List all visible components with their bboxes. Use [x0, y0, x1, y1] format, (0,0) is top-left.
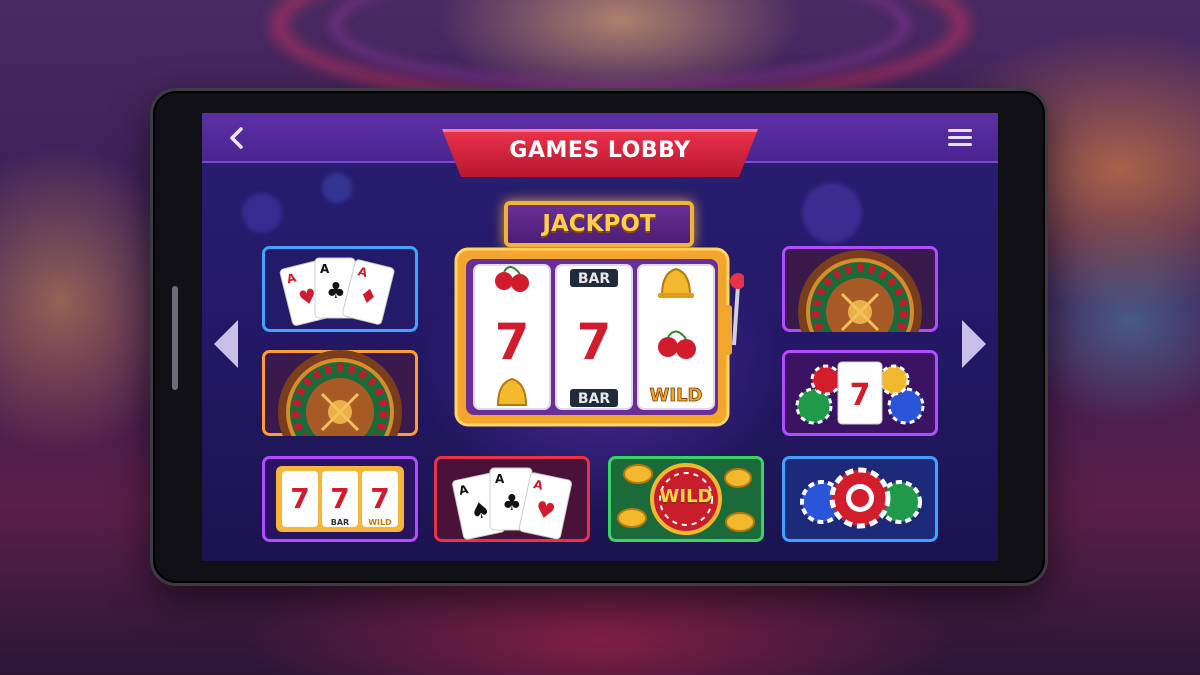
tablet-screen: GAMES LOBBY A ♥ A ♣ A ♦ 7 7 7 BAR WILD A… — [202, 113, 998, 561]
wild-label: WILD — [659, 486, 713, 507]
back-button[interactable] — [220, 121, 254, 155]
seven-symbol: 7 — [850, 378, 871, 413]
playing-cards-icon: A♥ A♣ A♦ — [262, 246, 418, 332]
game-tile-cards[interactable]: A ♥ A ♣ A ♦ — [262, 246, 418, 332]
jackpot-label: JACKPOT — [542, 211, 656, 237]
game-tile-slots-777[interactable]: 7 7 7 BAR WILD — [262, 456, 418, 542]
playing-cards-icon: A♠ A♣ A♥ — [434, 456, 590, 542]
next-page-button[interactable] — [960, 318, 988, 370]
jackpot-sign: JACKPOT — [504, 201, 694, 247]
svg-text:BAR: BAR — [331, 518, 349, 527]
seven-symbol: 7 — [495, 313, 530, 371]
svg-text:WILD: WILD — [368, 518, 392, 527]
svg-text:♣: ♣ — [502, 491, 522, 516]
menu-button[interactable] — [942, 125, 978, 153]
game-tile-blackjack[interactable]: A ♠ A ♣ A ♥ — [434, 456, 590, 542]
game-tile-chips-seven[interactable]: 7 — [782, 350, 938, 436]
screen-sparkle — [242, 193, 282, 233]
hamburger-menu-icon-line — [948, 143, 972, 146]
slot-reels-icon: 7 7 7 BAR WILD — [262, 456, 418, 542]
previous-page-button[interactable] — [212, 318, 240, 370]
bar-symbol: BAR — [578, 271, 611, 287]
roulette-wheel-icon — [262, 350, 418, 436]
screen-sparkle — [802, 183, 862, 243]
chevron-left-icon — [230, 127, 243, 149]
seven-symbol: 7 — [290, 482, 309, 515]
screen-sparkle — [322, 173, 352, 203]
svg-text:♣: ♣ — [326, 279, 346, 304]
tablet-side-button — [172, 286, 178, 390]
svg-text:7: 7 — [577, 313, 612, 371]
roulette-wheel-icon — [782, 246, 938, 332]
game-tile-roulette[interactable] — [262, 350, 418, 436]
svg-text:A: A — [495, 472, 505, 486]
page-title: GAMES LOBBY — [509, 137, 691, 163]
game-tile-wild-coins[interactable]: WILD — [608, 456, 764, 542]
svg-text:BAR: BAR — [578, 391, 611, 407]
featured-jackpot-slot[interactable]: 7 BAR 7 BAR WILD — [454, 245, 746, 427]
svg-text:7: 7 — [370, 482, 389, 515]
poker-chips-icon — [782, 456, 938, 542]
game-tile-chips[interactable] — [782, 456, 938, 542]
svg-text:7: 7 — [330, 482, 349, 515]
hamburger-menu-icon-line — [948, 129, 972, 132]
wild-symbol: WILD — [650, 385, 703, 406]
triangle-left-icon — [214, 320, 238, 368]
hamburger-menu-icon-line — [948, 136, 972, 139]
game-tile-roulette-right[interactable] — [782, 246, 938, 332]
triangle-right-icon — [962, 320, 986, 368]
slot-machine-icon: 7 BAR 7 BAR WILD — [454, 247, 746, 427]
poker-chips-seven-icon: 7 — [782, 350, 938, 436]
svg-text:A: A — [320, 262, 330, 276]
